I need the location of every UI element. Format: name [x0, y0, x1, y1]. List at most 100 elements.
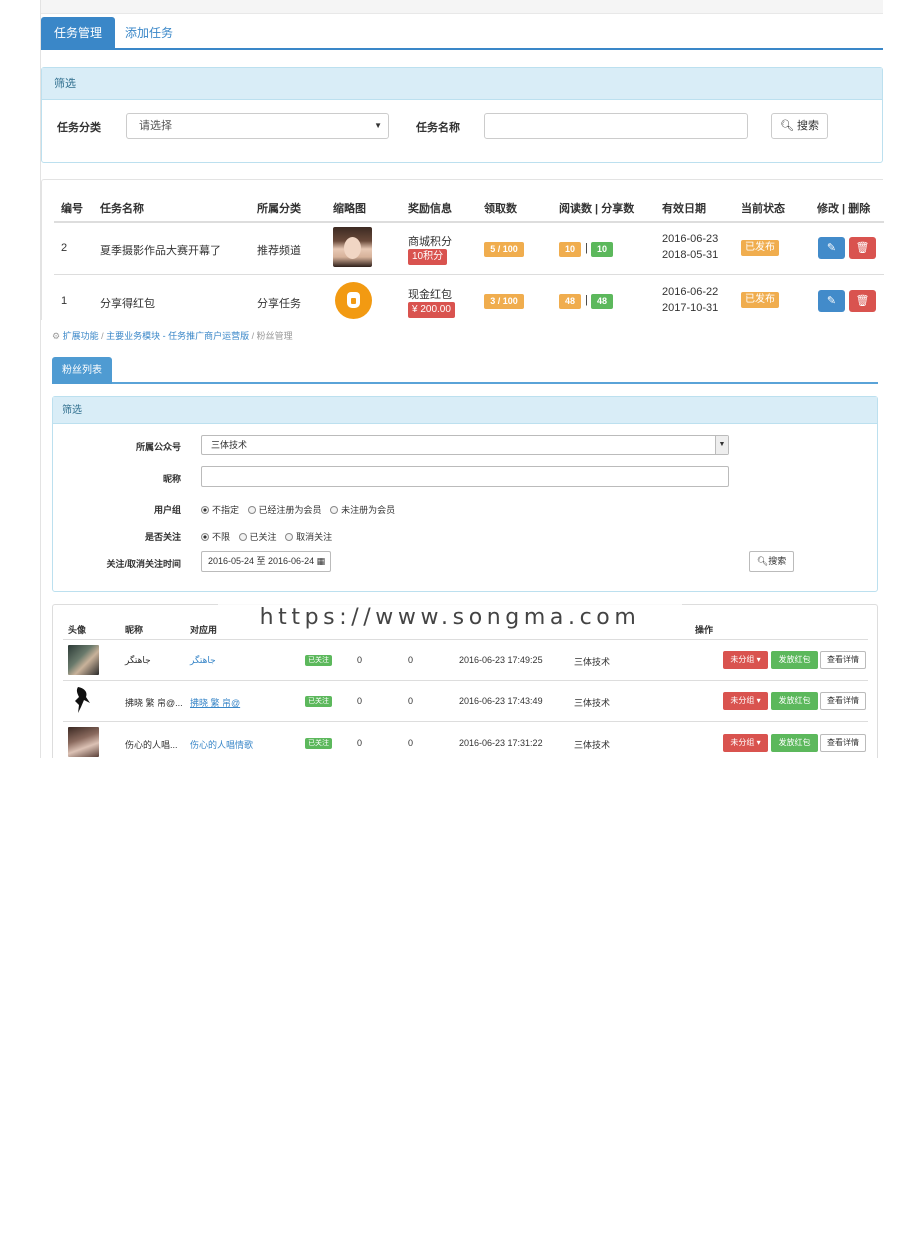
search-button[interactable]: 🔍︎ 搜索	[771, 113, 828, 139]
radio-checked-icon	[201, 506, 209, 514]
task-table: 编号 任务名称 所属分类 缩略图 奖励信息 领取数 阅读数 | 分享数 有效日期…	[41, 179, 884, 320]
task-filter-panel: 筛选 任务分类 请选择 ▼ 任务名称 🔍︎ 搜索	[41, 67, 883, 163]
follow-option-followed[interactable]: 已关注	[238, 530, 277, 543]
pencil-icon: ✎	[826, 295, 837, 307]
group-option-non-member[interactable]: 未注册为会员	[330, 503, 395, 516]
row2-status-badge: 已发布	[741, 292, 779, 308]
group-option-member[interactable]: 已经注册为会员	[247, 503, 322, 516]
row1-category: 推荐频道	[257, 245, 301, 257]
row2-name: 分享得红包	[100, 298, 155, 310]
row1-edit-button[interactable]: ✎	[818, 237, 845, 259]
caret-down-icon: ▼	[374, 121, 382, 130]
group-option-any[interactable]: 不指定	[201, 503, 239, 516]
task-name-input[interactable]	[484, 113, 748, 139]
row2-count2: 0	[408, 696, 414, 706]
row1-user-link[interactable]: جاهتگر	[190, 655, 216, 666]
row3-detail-button[interactable]: 查看详情	[820, 734, 866, 752]
nickname-input[interactable]	[201, 466, 729, 487]
task-tabs: 任务管理 添加任务	[41, 17, 883, 50]
row3-user-link[interactable]: 伤心的人唱情歌	[190, 738, 253, 751]
row3-count2: 0	[408, 738, 414, 748]
breadcrumb-item-module[interactable]: 主要业务模块 - 任务推广商户运营版	[106, 331, 249, 341]
row2-status-badge: 已关注	[305, 696, 332, 707]
row1-delete-button[interactable]: 🗑︎	[849, 237, 876, 259]
th-category: 所属分类	[257, 203, 301, 215]
account-label: 所属公众号	[135, 442, 181, 452]
th-claimed: 领取数	[484, 203, 517, 215]
row2-category: 分享任务	[257, 298, 301, 310]
row2-detail-button[interactable]: 查看详情	[820, 692, 866, 710]
row2-delete-button[interactable]: 🗑︎	[849, 290, 876, 312]
fans-manager-screen: ⚙ 扩展功能 / 主要业务模块 - 任务推广商户运营版 / 粉丝管理 粉丝列表 …	[40, 320, 882, 758]
row2-nickname: 拂晓 繁 帛@...	[125, 698, 183, 708]
row1-reward-type: 商城积分	[408, 236, 452, 248]
row2-edit-button[interactable]: ✎	[818, 290, 845, 312]
fans-search-label: 搜索	[768, 556, 787, 566]
category-select-value: 请选择	[139, 120, 172, 132]
follow-option-any[interactable]: 不限	[201, 530, 230, 543]
th-user: 对应用	[190, 625, 218, 635]
tab-fans-list[interactable]: 粉丝列表	[52, 357, 112, 384]
row3-status-badge: 已关注	[305, 738, 332, 749]
avatar	[68, 645, 99, 675]
row2-shares: 48	[591, 294, 613, 309]
radio-icon	[247, 506, 256, 514]
row2-date-end: 2017-10-31	[662, 302, 719, 314]
row2-date-start: 2016-06-22	[662, 286, 719, 298]
row1-date-start: 2016-06-23	[662, 233, 719, 245]
cogs-icon: ⚙	[52, 331, 61, 341]
row3-time: 2016-06-23 17:31:22	[459, 738, 543, 748]
group-label: 用户组	[153, 505, 181, 515]
radio-icon	[285, 533, 294, 541]
date-range-picker[interactable]: 2016-05-24 至 2016-06-24 ▦	[201, 551, 331, 572]
watermark-url: https://www.songma.com	[218, 604, 682, 631]
category-select[interactable]: 请选择 ▼	[126, 113, 389, 139]
row-divider	[54, 274, 884, 275]
row1-send-redpacket-button[interactable]: 发放红包	[771, 651, 818, 669]
row-divider	[63, 680, 868, 681]
row3-nickname: 伤心的人唱...	[125, 740, 178, 750]
tab-add-task[interactable]: 添加任务	[112, 17, 186, 50]
row2-pipe: |	[585, 294, 588, 306]
row1-shares: 10	[591, 242, 613, 257]
row2-group-dropdown[interactable]: 未分组 ▾	[723, 692, 768, 710]
caret-down-icon: ▼	[715, 436, 728, 454]
row3-send-redpacket-button[interactable]: 发放红包	[771, 734, 818, 752]
row1-group-dropdown[interactable]: 未分组 ▾	[723, 651, 768, 669]
follow-option-unfollowed[interactable]: 取消关注	[285, 530, 332, 543]
row1-account: 三体技术	[574, 657, 611, 667]
radio-checked-icon	[201, 533, 209, 541]
nickname-label: 昵称	[162, 474, 181, 484]
breadcrumb: ⚙ 扩展功能 / 主要业务模块 - 任务推广商户运营版 / 粉丝管理	[52, 331, 293, 341]
breadcrumb-item-extend[interactable]: 扩展功能	[63, 331, 99, 341]
row2-account: 三体技术	[574, 698, 611, 708]
row1-status-badge: 已发布	[741, 240, 779, 256]
header-divider	[54, 221, 884, 223]
group-radio-group: 不指定 已经注册为会员 未注册为会员	[201, 503, 401, 516]
search-icon: 🔍︎	[779, 120, 794, 132]
row2-send-redpacket-button[interactable]: 发放红包	[771, 692, 818, 710]
th-status: 当前状态	[741, 203, 785, 215]
row3-count1: 0	[357, 738, 363, 748]
th-avatar: 头像	[68, 625, 87, 635]
row1-reads: 10	[559, 242, 581, 257]
row1-thumbnail	[333, 227, 372, 267]
task-manager-screen: 任务管理 添加任务 筛选 任务分类 请选择 ▼ 任务名称 🔍︎ 搜索 编号 任务…	[40, 0, 884, 320]
th-reward: 奖励信息	[408, 203, 452, 215]
top-strip	[41, 0, 883, 14]
tab-task-manage[interactable]: 任务管理	[41, 17, 116, 50]
pencil-icon: ✎	[826, 242, 837, 254]
row1-time: 2016-06-23 17:49:25	[459, 655, 543, 665]
fans-search-button[interactable]: 🔍︎搜索	[749, 551, 794, 572]
th-actions: 修改 | 删除	[817, 203, 871, 215]
avatar	[68, 685, 99, 715]
row2-time: 2016-06-23 17:43:49	[459, 696, 543, 706]
row2-user-link[interactable]: 拂晓 繁 帛@	[190, 696, 240, 709]
row1-count2: 0	[408, 655, 414, 665]
avatar	[68, 727, 99, 757]
row3-group-dropdown[interactable]: 未分组 ▾	[723, 734, 768, 752]
th-thumb: 缩略图	[333, 203, 366, 215]
row1-claimed: 5 / 100	[484, 242, 524, 257]
row1-detail-button[interactable]: 查看详情	[820, 651, 866, 669]
account-select[interactable]: 三体技术 ▼	[201, 435, 729, 455]
